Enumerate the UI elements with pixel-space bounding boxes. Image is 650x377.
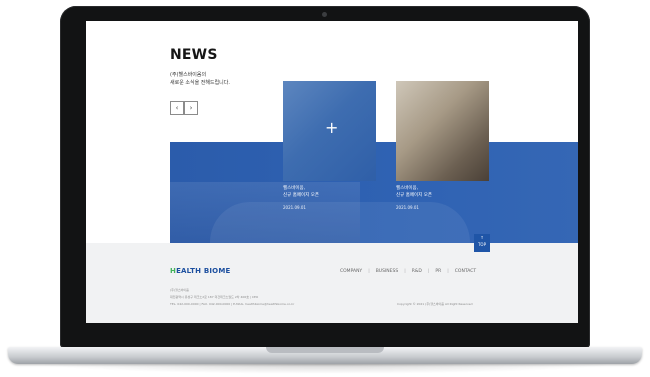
footer-nav-separator: | bbox=[447, 269, 449, 274]
top-button-label: TOP bbox=[477, 242, 486, 247]
news-subtitle-line1: (주)헬스바이옴의 bbox=[170, 72, 207, 78]
site-footer bbox=[86, 243, 578, 323]
next-button[interactable]: › bbox=[184, 101, 198, 115]
camera-icon bbox=[322, 12, 327, 17]
footer-nav-pr[interactable]: PR bbox=[435, 269, 441, 274]
footer-nav-separator: | bbox=[427, 269, 430, 274]
news-card-2[interactable] bbox=[396, 81, 489, 181]
news-card-2-title-line1: 헬스바이옴, bbox=[396, 186, 419, 191]
news-card-2-date: 2021.09.01 bbox=[396, 205, 419, 210]
laptop-base bbox=[8, 347, 642, 364]
footer-nav-separator: | bbox=[368, 269, 370, 274]
news-card-1-title-line2: 신규 홈페이지 오픈 bbox=[283, 193, 319, 198]
footer-logo-text: EALTH BIOME bbox=[176, 267, 231, 275]
news-card-1[interactable]: + bbox=[283, 81, 376, 181]
news-card-1-date: 2021.09.01 bbox=[283, 205, 306, 210]
top-button[interactable]: ↑ TOP bbox=[474, 234, 490, 252]
news-card-1-title-line1: 헬스바이옴, bbox=[283, 186, 306, 191]
footer-nav-separator: | bbox=[404, 269, 406, 274]
laptop-notch bbox=[266, 347, 384, 353]
news-card-2-title-line2: 신규 홈페이지 오픈 bbox=[396, 193, 432, 198]
arrow-up-icon: ↑ bbox=[480, 235, 484, 240]
laptop-screen: NEWS (주)헬스바이옴의 새로운 소식을 전해드립니다. ‹ › + 헬스바… bbox=[86, 21, 578, 323]
plus-icon: + bbox=[325, 118, 339, 137]
footer-logo[interactable]: HEALTH BIOME bbox=[170, 267, 230, 275]
footer-address: 대전광역시 유성구 테크노2로 187 미건테크노월드 2차 406호 | CE… bbox=[170, 295, 259, 299]
footer-nav-contact[interactable]: CONTACT bbox=[455, 269, 476, 274]
footer-contact-info: TEL. 042-000-0000 | FAX. 042-000-0000 | … bbox=[170, 302, 295, 306]
footer-nav: COMPANY | BUSINESS | R&D | PR | CONTACT bbox=[340, 269, 476, 274]
footer-company-name: (주)헬스바이옴 bbox=[170, 288, 189, 292]
footer-nav-business[interactable]: BUSINESS bbox=[376, 269, 399, 274]
footer-copyright: Copyright © 2021 (주)헬스바이옴 All Right Rese… bbox=[397, 302, 473, 306]
news-heading: NEWS bbox=[170, 47, 218, 63]
news-card-2-photo bbox=[396, 81, 489, 181]
footer-nav-company[interactable]: COMPANY bbox=[340, 269, 362, 274]
prev-button[interactable]: ‹ bbox=[170, 101, 184, 115]
news-subtitle-line2: 새로운 소식을 전해드립니다. bbox=[170, 80, 230, 86]
footer-nav-rnd[interactable]: R&D bbox=[412, 269, 422, 274]
